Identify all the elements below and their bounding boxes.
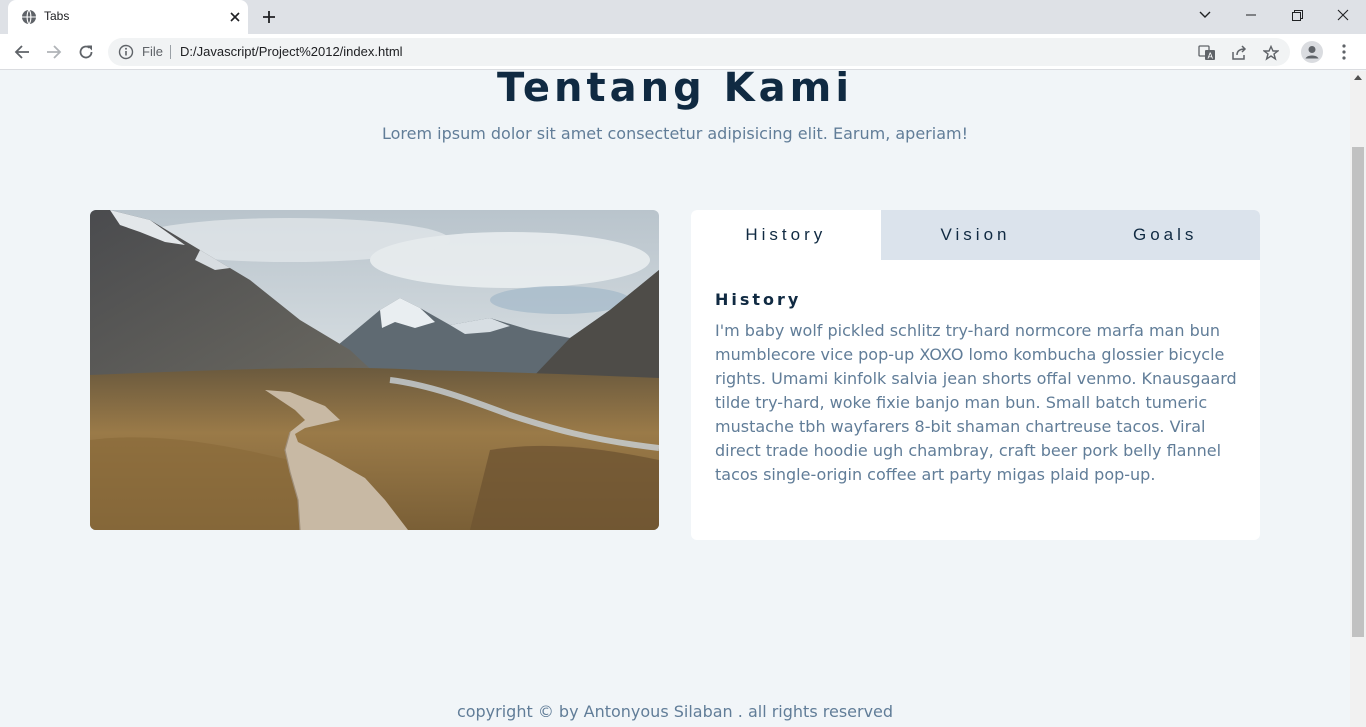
tab-content-title: History (715, 290, 802, 309)
url-text[interactable]: D:/Javascript/Project%2012/index.html (180, 44, 403, 59)
reload-icon[interactable] (72, 38, 100, 66)
close-tab-icon[interactable] (225, 7, 245, 27)
tab-button-bar: History Vision Goals (691, 210, 1260, 260)
share-icon[interactable] (1228, 42, 1250, 64)
tab-history[interactable]: History (691, 210, 881, 260)
restore-icon[interactable] (1274, 0, 1320, 30)
translate-icon[interactable]: A (1196, 42, 1218, 64)
back-icon[interactable] (8, 38, 36, 66)
tabs-card: History Vision Goals History I'm baby wo… (691, 210, 1260, 540)
browser-tabstrip: Tabs (0, 0, 1366, 34)
bookmark-star-icon[interactable] (1260, 42, 1282, 64)
menu-dots-icon[interactable] (1331, 39, 1357, 65)
file-label: File (142, 44, 163, 59)
new-tab-button[interactable] (258, 6, 280, 28)
page-title: Tentang Kami (496, 71, 854, 111)
scroll-thumb[interactable] (1352, 147, 1364, 637)
minimize-icon[interactable] (1228, 0, 1274, 30)
svg-text:A: A (1208, 52, 1214, 61)
address-separator (170, 45, 171, 59)
browser-toolbar: File D:/Javascript/Project%2012/index.ht… (0, 34, 1366, 70)
page-scrollbar[interactable] (1350, 71, 1366, 727)
tab-goals[interactable]: Goals (1070, 210, 1260, 260)
info-icon[interactable] (118, 44, 134, 60)
forward-icon[interactable] (40, 38, 68, 66)
tab-search-icon[interactable] (1182, 0, 1228, 30)
globe-icon (22, 9, 36, 25)
browser-tab-title: Tabs (44, 9, 70, 23)
profile-avatar-icon[interactable] (1299, 39, 1325, 65)
footer-copyright: copyright © by Antonyous Silaban . all r… (456, 702, 894, 721)
mountain-landscape-image (90, 210, 659, 530)
tab-content-text: I'm baby wolf pickled schlitz try-hard n… (715, 321, 1237, 484)
browser-tab[interactable]: Tabs (8, 0, 248, 34)
page-subtitle: Lorem ipsum dolor sit amet consectetur a… (381, 124, 968, 143)
close-window-icon[interactable] (1320, 0, 1366, 30)
scroll-up-arrow-icon[interactable] (1354, 75, 1362, 80)
address-bar[interactable]: File D:/Javascript/Project%2012/index.ht… (108, 38, 1290, 66)
tab-vision[interactable]: Vision (881, 210, 1071, 260)
page-content: Tentang Kami Lorem ipsum dolor sit amet … (0, 71, 1350, 727)
